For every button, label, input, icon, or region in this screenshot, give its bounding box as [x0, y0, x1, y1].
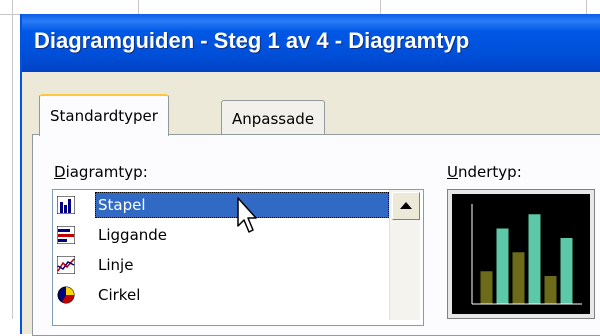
preview-bar: [495, 227, 510, 305]
chart-type-label: Diagramtyp:: [54, 163, 148, 181]
list-item-liggande[interactable]: Liggande: [55, 222, 385, 248]
preview-bar: [511, 251, 526, 305]
tab-standardtyper[interactable]: Standardtyper: [39, 94, 169, 136]
mouse-cursor-icon: [237, 197, 257, 233]
accesskey: U: [447, 163, 458, 181]
subtype-label: Undertyp:: [447, 163, 522, 181]
dialog-title: Diagramguiden - Steg 1 av 4 - Diagramtyp: [34, 28, 470, 53]
subtype-preview-selected[interactable]: [447, 189, 595, 319]
column-chart-icon: [57, 196, 75, 214]
preview-bar: [527, 213, 542, 305]
tab-label: Standardtyper: [50, 107, 158, 125]
preview-bar: [479, 270, 494, 305]
chart-type-label-rest: iagramtyp:: [65, 163, 148, 181]
column-subtype-chart: [471, 204, 582, 305]
preview-bar: [559, 237, 574, 305]
list-item-label: Liggande: [98, 226, 168, 244]
pie-chart-icon: [57, 286, 75, 304]
tab-label: Anpassade: [232, 110, 315, 128]
subtype-label-rest: ndertyp:: [457, 163, 522, 181]
list-item-cirkel[interactable]: Cirkel: [55, 282, 385, 308]
accesskey: D: [54, 163, 66, 181]
list-item-label: Cirkel: [98, 286, 141, 304]
line-chart-icon: [57, 256, 75, 274]
scroll-up-button[interactable]: [392, 192, 420, 220]
title-bar[interactable]: Diagramguiden - Steg 1 av 4 - Diagramtyp: [22, 14, 600, 72]
bar-chart-icon: [57, 226, 75, 244]
listbox-scrollbar[interactable]: [389, 190, 420, 320]
list-item-label: Linje: [98, 256, 134, 274]
spreadsheet-row: [0, 0, 600, 15]
list-item-stapel[interactable]: Stapel: [55, 192, 389, 218]
arrow-up-icon: [400, 202, 412, 209]
list-item-linje[interactable]: Linje: [55, 252, 385, 278]
grid-line: [12, 0, 13, 319]
tab-anpassade[interactable]: Anpassade: [221, 100, 326, 137]
preview-bar: [543, 275, 558, 305]
